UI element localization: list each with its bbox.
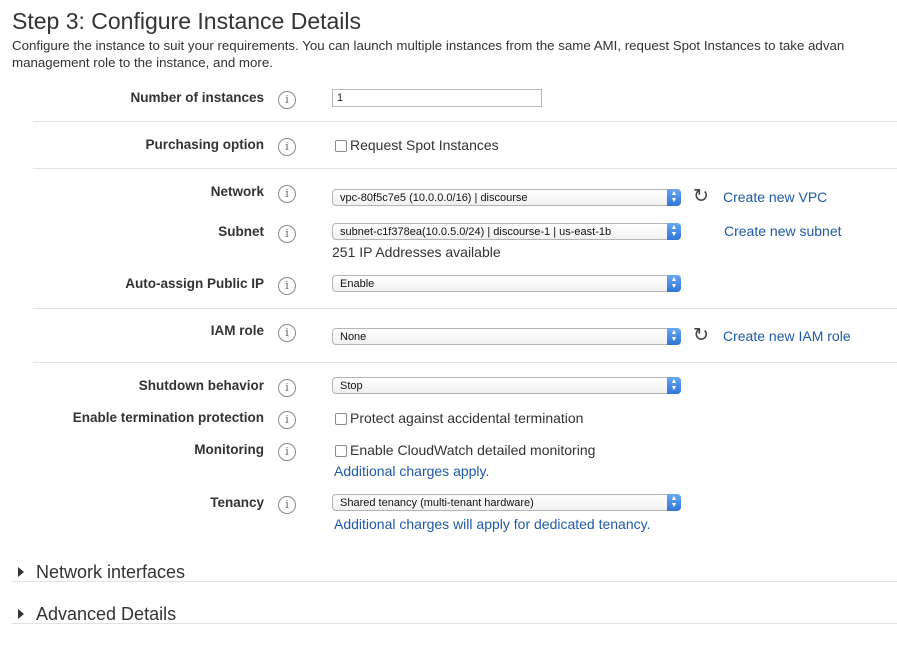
auto-assign-public-ip-label: Auto-assign Public IP: [125, 276, 264, 291]
info-icon[interactable]: i: [278, 496, 296, 514]
create-new-vpc-link[interactable]: Create new VPC: [723, 189, 827, 205]
section-divider: [12, 581, 897, 582]
page-title: Step 3: Configure Instance Details: [12, 8, 362, 34]
shutdown-behavior-select[interactable]: Stop ▲ ▼: [332, 377, 681, 394]
number-of-instances-input[interactable]: 1: [332, 89, 542, 107]
purchasing-option-label: Purchasing option: [145, 137, 264, 152]
info-icon[interactable]: i: [278, 443, 296, 461]
tenancy-select[interactable]: Shared tenancy (multi-tenant hardware) ▲…: [332, 494, 681, 511]
refresh-icon[interactable]: ↻: [693, 326, 711, 345]
dedicated-tenancy-charges-link[interactable]: Additional charges will apply for dedica…: [334, 516, 650, 532]
up-down-arrows-icon: ▲ ▼: [667, 494, 681, 511]
ip-addresses-available-text: 251 IP Addresses available: [332, 244, 501, 260]
page-description-line-2: management role to the instance, and mor…: [12, 55, 273, 70]
termination-protection-checkbox[interactable]: [335, 413, 347, 425]
up-down-arrows-icon: ▲ ▼: [667, 223, 681, 240]
cloudwatch-monitoring-checkbox[interactable]: [335, 445, 347, 457]
create-new-iam-role-link[interactable]: Create new IAM role: [723, 328, 851, 344]
up-down-arrows-icon: ▲ ▼: [667, 189, 681, 206]
cloudwatch-monitoring-checkbox-label[interactable]: Enable CloudWatch detailed monitoring: [350, 442, 595, 458]
create-new-subnet-link[interactable]: Create new subnet: [724, 223, 842, 239]
divider: [33, 121, 897, 122]
section-divider: [12, 623, 897, 624]
iam-role-label: IAM role: [210, 323, 264, 338]
expand-advanced-details-icon[interactable]: [18, 609, 24, 619]
subnet-select-value: subnet-c1f378ea(10.0.5.0/24) | discourse…: [340, 226, 612, 238]
subnet-label: Subnet: [218, 224, 264, 239]
termination-protection-label: Enable termination protection: [72, 410, 264, 425]
number-of-instances-label: Number of instances: [130, 90, 264, 105]
network-label: Network: [210, 184, 264, 199]
up-down-arrows-icon: ▲ ▼: [667, 377, 681, 394]
termination-protection-checkbox-label[interactable]: Protect against accidental termination: [350, 410, 583, 426]
info-icon[interactable]: i: [278, 138, 296, 156]
iam-role-select[interactable]: None ▲ ▼: [332, 328, 681, 345]
tenancy-select-value: Shared tenancy (multi-tenant hardware): [340, 497, 534, 509]
advanced-details-section-header[interactable]: Advanced Details: [36, 604, 176, 625]
monitoring-label: Monitoring: [194, 442, 264, 457]
divider: [33, 168, 897, 169]
auto-assign-public-ip-select-value: Enable: [340, 278, 375, 290]
info-icon[interactable]: i: [278, 185, 296, 203]
divider: [33, 308, 897, 309]
iam-role-select-value: None: [340, 331, 367, 343]
subnet-select[interactable]: subnet-c1f378ea(10.0.5.0/24) | discourse…: [332, 223, 681, 240]
info-icon[interactable]: i: [278, 277, 296, 295]
info-icon[interactable]: i: [278, 225, 296, 243]
shutdown-behavior-select-value: Stop: [340, 380, 363, 392]
info-icon[interactable]: i: [278, 379, 296, 397]
request-spot-instances-checkbox[interactable]: [335, 140, 347, 152]
network-select[interactable]: vpc-80f5c7e5 (10.0.0.0/16) | discourse ▲…: [332, 189, 681, 206]
info-icon[interactable]: i: [278, 91, 296, 109]
up-down-arrows-icon: ▲ ▼: [667, 275, 681, 292]
additional-charges-link[interactable]: Additional charges apply.: [334, 463, 489, 479]
page-description: Configure the instance to suit your requ…: [12, 37, 897, 71]
page-description-line-1: Configure the instance to suit your requ…: [12, 38, 845, 53]
request-spot-instances-label[interactable]: Request Spot Instances: [350, 137, 499, 153]
up-down-arrows-icon: ▲ ▼: [667, 328, 681, 345]
network-interfaces-section-header[interactable]: Network interfaces: [36, 562, 185, 583]
auto-assign-public-ip-select[interactable]: Enable ▲ ▼: [332, 275, 681, 292]
info-icon[interactable]: i: [278, 324, 296, 342]
tenancy-label: Tenancy: [210, 495, 264, 510]
refresh-icon[interactable]: ↻: [693, 187, 711, 206]
info-icon[interactable]: i: [278, 411, 296, 429]
expand-network-interfaces-icon[interactable]: [18, 567, 24, 577]
divider: [33, 362, 897, 363]
network-select-value: vpc-80f5c7e5 (10.0.0.0/16) | discourse: [340, 192, 528, 204]
shutdown-behavior-label: Shutdown behavior: [138, 378, 264, 393]
